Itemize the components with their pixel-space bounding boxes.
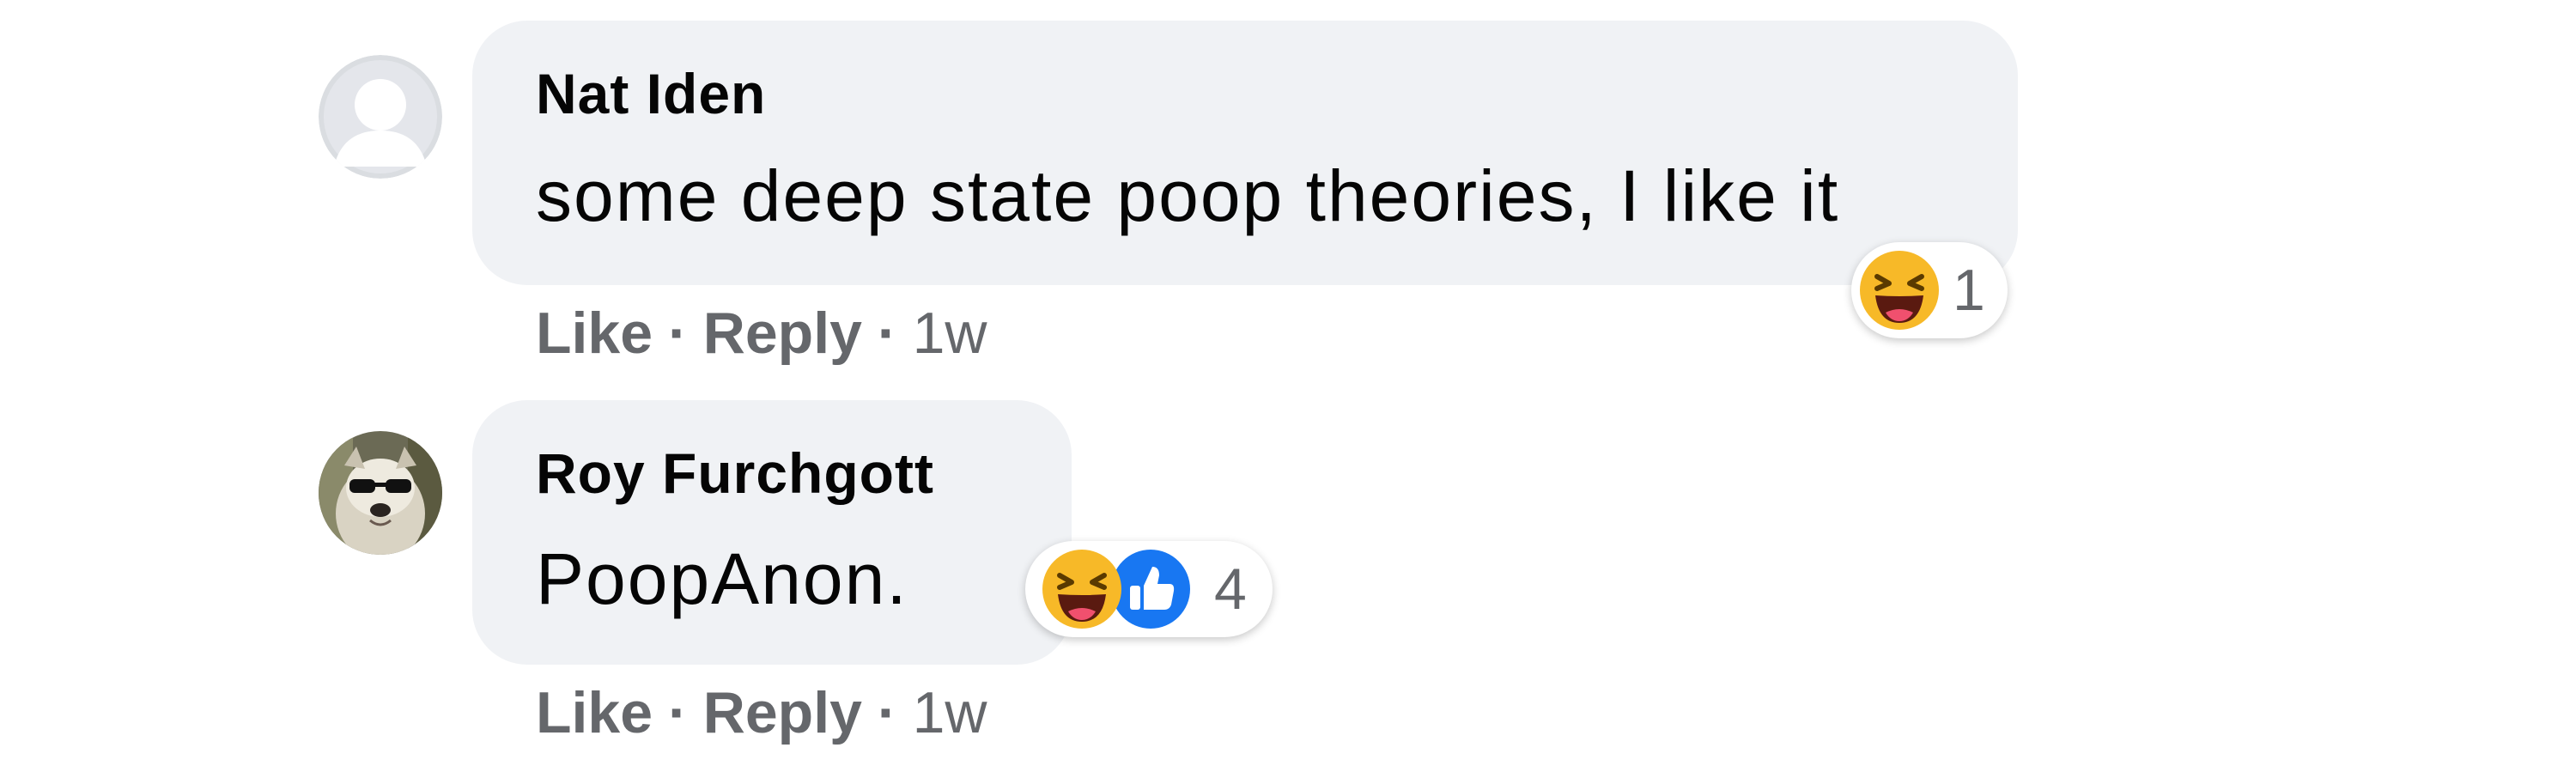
comment-bubble: Nat Iden some deep state poop theories, …	[472, 21, 2018, 285]
timestamp[interactable]: 1w	[913, 301, 987, 366]
reply-button[interactable]: Reply	[703, 301, 862, 366]
default-user-silhouette-icon	[319, 55, 442, 179]
reaction-count: 4	[1214, 556, 1247, 622]
haha-icon	[1042, 550, 1121, 629]
avatar[interactable]	[319, 55, 442, 179]
like-thumb-icon	[1111, 550, 1190, 629]
separator: ·	[877, 301, 897, 366]
dog-with-sunglasses-photo	[319, 431, 442, 555]
separator: ·	[668, 301, 688, 366]
haha-icon	[1860, 251, 1939, 330]
separator: ·	[668, 680, 688, 745]
comment-author[interactable]: Nat Iden	[536, 65, 766, 122]
timestamp[interactable]: 1w	[913, 680, 987, 745]
like-button[interactable]: Like	[536, 301, 653, 366]
reactions-summary[interactable]: 4	[1025, 541, 1273, 637]
comment-bubble: Roy Furchgott PoopAnon.	[472, 400, 1072, 665]
reply-button[interactable]: Reply	[703, 680, 862, 745]
comment-text: some deep state poop theories, I like it	[536, 155, 1840, 236]
separator: ·	[877, 680, 897, 745]
reaction-count: 1	[1953, 258, 1985, 323]
comment-text: PoopAnon.	[536, 538, 908, 619]
comment-actions: Like · Reply · 1w	[536, 684, 987, 742]
reactions-summary[interactable]: 1	[1851, 242, 2008, 338]
comment-actions: Like · Reply · 1w	[536, 304, 987, 362]
comment-author[interactable]: Roy Furchgott	[536, 445, 934, 501]
avatar[interactable]	[319, 431, 442, 555]
like-button[interactable]: Like	[536, 680, 653, 745]
